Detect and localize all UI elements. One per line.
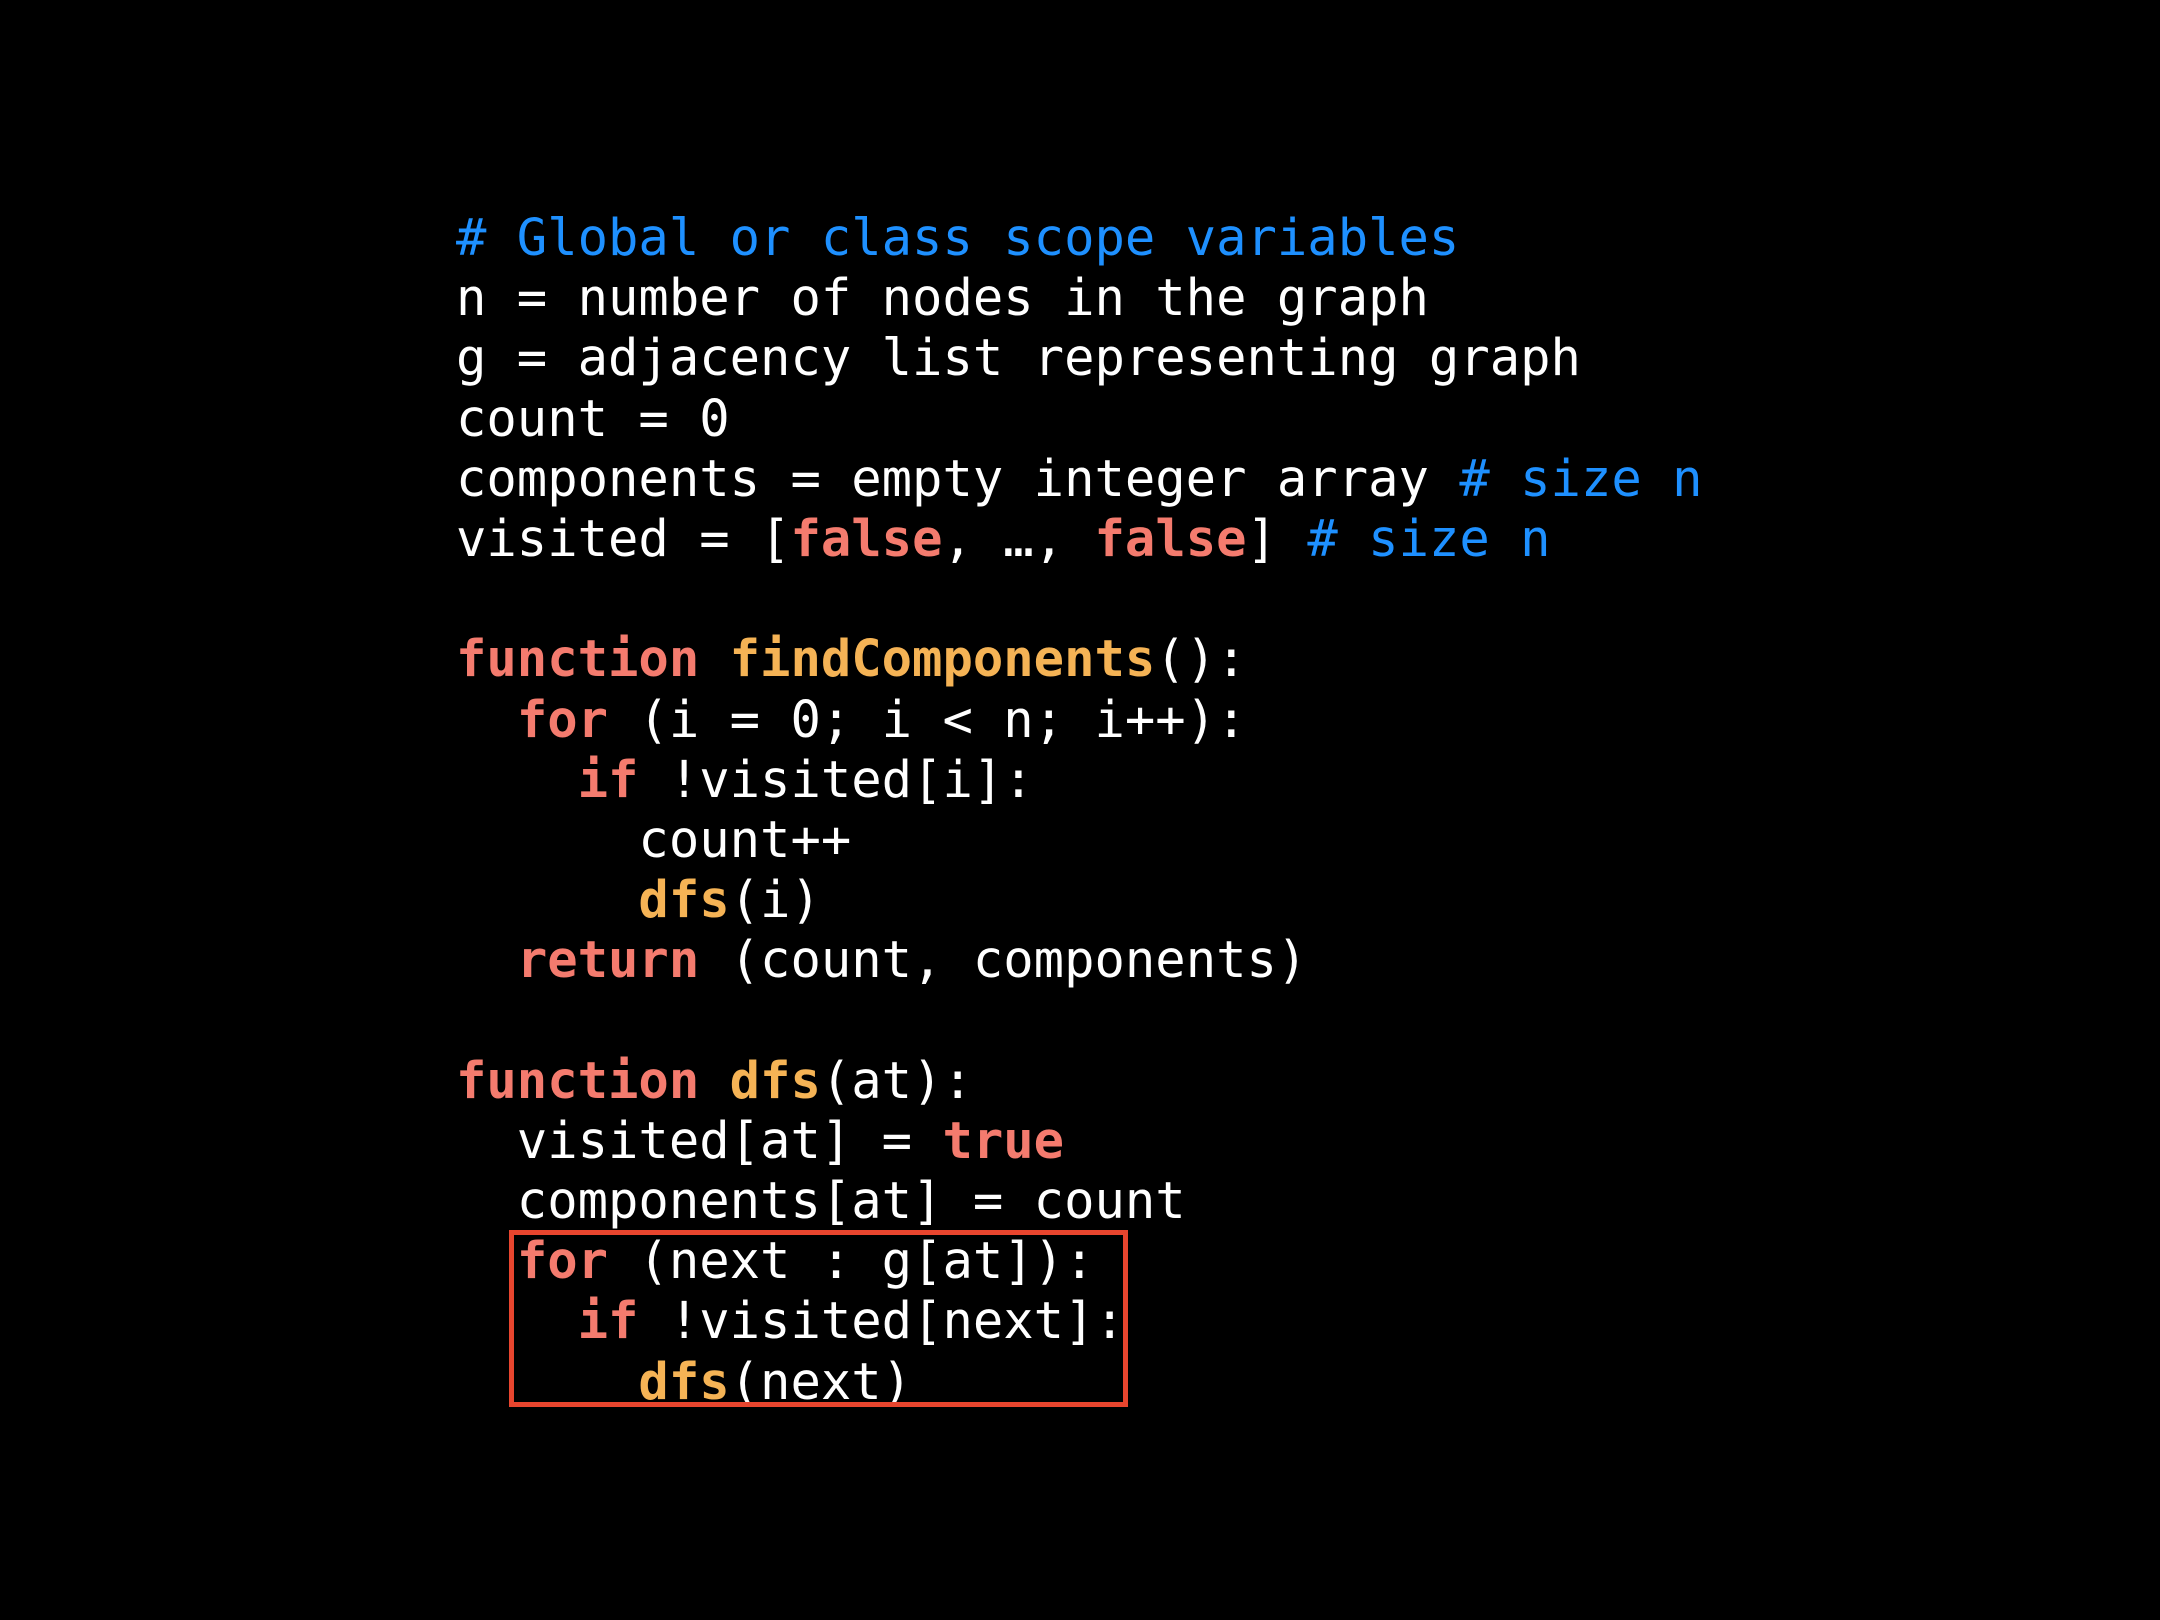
code-comment: # size n [1459,448,1703,508]
code-line: function findComponents(): [456,629,1703,689]
code-text: (at): [820,1050,973,1110]
code-line: visited[at] = true [456,1111,1703,1171]
code-line: for (i = 0; i < n; i++): [456,690,1703,750]
code-line: count = 0 [456,389,1703,449]
code-line: components = empty integer array # size … [456,449,1703,509]
code-text: (count, components) [699,930,1308,990]
code-text: (i = 0; i < n; i++): [608,689,1247,749]
code-comment: # size n [1307,508,1551,568]
code-literal: false [1094,508,1247,568]
code-text: (i) [729,870,821,930]
code-line: function dfs(at): [456,1051,1703,1111]
code-line: g = adjacency list representing graph [456,328,1703,388]
code-line: components[at] = count [456,1171,1703,1231]
code-keyword: function [456,629,700,689]
code-comment: # Global or class scope variables [456,208,1460,267]
code-text: g = adjacency list representing graph [456,328,1581,388]
code-keyword: function [456,1050,700,1110]
code-line: n = number of nodes in the graph [456,268,1703,328]
code-line: visited = [false, …, false] # size n [456,509,1703,569]
code-text: ] [1246,508,1308,568]
code-text: count++ [456,809,852,869]
code-text: visited[at] = [456,1110,943,1170]
code-literal: false [790,508,943,568]
code-text: (): [1155,629,1247,689]
code-line: if !visited[i]: [456,750,1703,810]
code-text: , …, [942,508,1095,568]
code-text: count = 0 [456,388,730,448]
code-keyword: return [516,930,700,990]
code-text: !visited[i]: [638,749,1034,809]
code-text: components = empty integer array [456,448,1460,508]
code-text: components[at] = count [456,1171,1186,1230]
code-line: dfs(i) [456,870,1703,930]
code-text: visited = [ [456,508,791,568]
code-function-name: dfs [729,1050,821,1110]
code-function-name: findComponents [729,629,1156,689]
code-line: # Global or class scope variables [456,208,1703,268]
code-literal: true [942,1110,1065,1170]
code-function-name: dfs [638,870,730,930]
code-line: return (count, components) [456,930,1703,990]
code-keyword: for [516,689,609,749]
code-text: n = number of nodes in the graph [456,268,1429,328]
highlight-box [509,1230,1128,1407]
code-line: count++ [456,810,1703,870]
code-keyword: if [577,749,639,809]
